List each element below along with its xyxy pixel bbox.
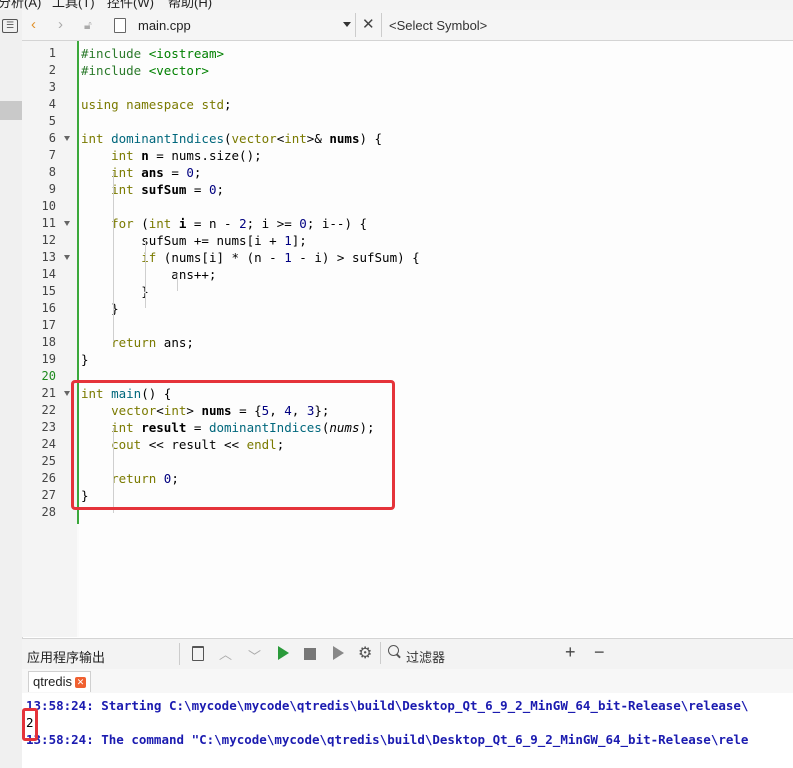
code-editor[interactable]: 1 2 3 4 5 6 7 8 9 10 11 12 13 14 15 16 17 18 19 20 21 22 23 24 2… bbox=[22, 41, 793, 637]
code-line: sufSum += nums[i + 1]; bbox=[81, 233, 307, 248]
code-line: } bbox=[81, 352, 89, 367]
line-number: 16 bbox=[41, 301, 56, 315]
symbol-selector[interactable]: <Select Symbol> bbox=[389, 18, 487, 33]
line-number: 1 bbox=[48, 46, 56, 60]
fold-arrow-icon[interactable] bbox=[64, 221, 70, 226]
left-sidebar: ☰ ⌄ bbox=[0, 10, 23, 768]
line-number: 2 bbox=[48, 63, 56, 77]
application-output[interactable]: 13:58:24: Starting C:\mycode\mycode\qtre… bbox=[22, 693, 793, 768]
remove-output-button[interactable]: − bbox=[594, 642, 605, 663]
sidebar-toggle-icon[interactable]: ☰ bbox=[2, 19, 18, 33]
fold-arrow-icon[interactable] bbox=[64, 391, 70, 396]
lock-icon[interactable]: 🔓︎ bbox=[84, 16, 92, 34]
tab-qtredis[interactable]: qtredis ✕ bbox=[28, 671, 92, 692]
line-number: 3 bbox=[48, 80, 56, 94]
settings-gear-icon[interactable]: ⚙ bbox=[358, 643, 372, 663]
line-number: 21 bbox=[41, 386, 56, 400]
code-line: int sufSum = 0; bbox=[111, 182, 225, 197]
back-arrow-icon[interactable]: ‹ bbox=[31, 16, 36, 34]
code-line: int ans = 0; bbox=[111, 165, 202, 180]
line-number: 23 bbox=[41, 420, 56, 434]
code-line: return ans; bbox=[111, 335, 194, 350]
code-line: } bbox=[81, 284, 149, 299]
indent-guide bbox=[145, 240, 146, 308]
line-number: 20 bbox=[41, 369, 56, 383]
add-output-button[interactable]: + bbox=[565, 642, 576, 663]
line-number: 15 bbox=[41, 284, 56, 298]
line-number: 12 bbox=[41, 233, 56, 247]
tab-label: qtredis bbox=[33, 674, 73, 689]
sidebar-selected-item[interactable] bbox=[0, 101, 22, 120]
line-number: 7 bbox=[48, 148, 56, 162]
output-tab-bar: qtredis ✕ bbox=[22, 669, 793, 693]
file-icon bbox=[114, 18, 126, 33]
line-number: 27 bbox=[41, 488, 56, 502]
line-number: 11 bbox=[41, 216, 56, 230]
menu-tools[interactable]: 工具(T) bbox=[52, 0, 95, 10]
clear-output-icon[interactable] bbox=[192, 646, 204, 661]
line-number: 18 bbox=[41, 335, 56, 349]
line-number: 19 bbox=[41, 352, 56, 366]
divider bbox=[380, 642, 381, 664]
output-panel-title[interactable]: 应用程序输出 bbox=[27, 647, 105, 666]
menu-bar: 分析(A) 工具(T) 控件(W) 帮助(H) bbox=[0, 0, 793, 10]
indent-guide bbox=[113, 172, 114, 342]
line-number: 10 bbox=[41, 199, 56, 213]
code-line: #include <vector> bbox=[81, 63, 209, 78]
divider bbox=[179, 643, 180, 665]
line-number: 28 bbox=[41, 505, 56, 519]
menu-analyze[interactable]: 分析(A) bbox=[0, 0, 41, 10]
code-line: ans++; bbox=[81, 267, 217, 282]
line-number: 8 bbox=[48, 165, 56, 179]
search-icon-handle bbox=[396, 653, 401, 659]
output-line-starting: 13:58:24: Starting C:\mycode\mycode\qtre… bbox=[26, 698, 749, 713]
line-number: 4 bbox=[48, 97, 56, 111]
code-line: int dominantIndices(vector<int>& nums) { bbox=[81, 131, 383, 146]
line-number: 22 bbox=[41, 403, 56, 417]
line-number: 24 bbox=[41, 437, 56, 451]
line-number: 17 bbox=[41, 318, 56, 332]
previous-item-icon[interactable]: ︿ bbox=[219, 644, 232, 663]
line-number: 6 bbox=[48, 131, 56, 145]
line-number-gutter: 1 2 3 4 5 6 7 8 9 10 11 12 13 14 15 16 17 18 19 20 21 22 23 24 2… bbox=[22, 41, 77, 637]
highlight-box-output bbox=[22, 708, 38, 741]
attach-debugger-icon[interactable] bbox=[333, 646, 344, 660]
code-line: using namespace std; bbox=[81, 97, 232, 112]
line-number: 13 bbox=[41, 250, 56, 264]
fold-arrow-icon[interactable] bbox=[64, 255, 70, 260]
editor-toolbar: ‹ › 🔓︎ main.cpp ✕ <Select Symbol> bbox=[22, 10, 793, 41]
line-number: 14 bbox=[41, 267, 56, 281]
output-line-command: 13:58:24: The command "C:\mycode\mycode\… bbox=[26, 732, 749, 747]
fold-arrow-icon[interactable] bbox=[64, 136, 70, 141]
line-number: 26 bbox=[41, 471, 56, 485]
stop-icon[interactable] bbox=[304, 648, 316, 660]
menu-help[interactable]: 帮助(H) bbox=[168, 0, 212, 10]
close-file-icon[interactable]: ✕ bbox=[362, 15, 375, 33]
file-dropdown-icon[interactable] bbox=[343, 22, 351, 27]
menu-controls[interactable]: 控件(W) bbox=[107, 0, 154, 10]
highlight-box-main bbox=[71, 380, 395, 510]
line-number: 9 bbox=[48, 182, 56, 196]
forward-arrow-icon[interactable]: › bbox=[58, 16, 63, 34]
code-line: for (int i = n - 2; i >= 0; i--) { bbox=[111, 216, 368, 231]
line-number: 25 bbox=[41, 454, 56, 468]
code-line: if (nums[i] * (n - 1 - i) > sufSum) { bbox=[141, 250, 420, 265]
file-name[interactable]: main.cpp bbox=[138, 18, 191, 33]
line-number: 5 bbox=[48, 114, 56, 128]
scroll-corner bbox=[0, 600, 22, 638]
divider bbox=[381, 13, 382, 37]
code-line: #include <iostream> bbox=[81, 46, 224, 61]
run-icon[interactable] bbox=[278, 646, 289, 660]
close-tab-icon[interactable]: ✕ bbox=[75, 677, 87, 689]
indent-guide bbox=[177, 274, 178, 291]
filter-input[interactable]: 过滤器 bbox=[406, 647, 445, 666]
next-item-icon[interactable]: ﹀ bbox=[248, 646, 261, 665]
divider bbox=[355, 13, 356, 37]
code-line: int n = nums.size(); bbox=[111, 148, 262, 163]
output-panel-header: 应用程序输出 ︿ ﹀ ⚙ 过滤器 + − bbox=[22, 638, 793, 670]
